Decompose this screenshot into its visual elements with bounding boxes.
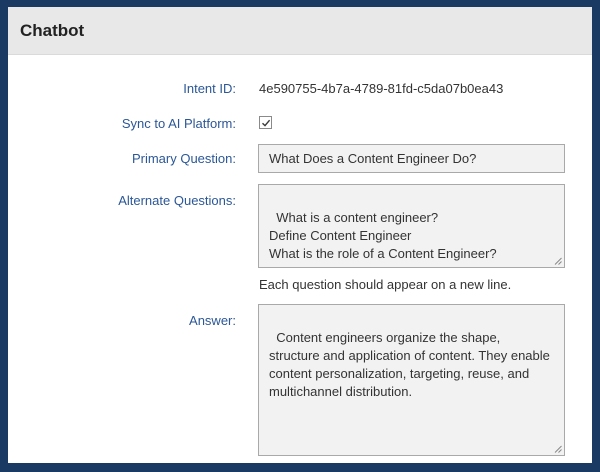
resize-grip-icon[interactable] [554,257,562,265]
primary-question-input[interactable] [258,144,565,173]
panel-header: Chatbot [8,7,592,55]
resize-grip-icon[interactable] [554,445,562,453]
alternate-questions-hint: Each question should appear on a new lin… [259,277,512,292]
answer-label: Answer: [189,313,236,328]
intent-id-label: Intent ID: [183,81,236,96]
panel-title: Chatbot [20,21,85,40]
sync-label: Sync to AI Platform: [121,116,236,131]
primary-question-label: Primary Question: [131,151,236,166]
checkmark-icon [262,119,271,127]
alternate-questions-label: Alternate Questions: [118,193,236,208]
answer-text: Content engineers organize the shape, st… [269,330,554,399]
alternate-questions-text: What is a content engineer? Define Conte… [269,210,497,261]
alternate-questions-textarea[interactable]: What is a content engineer? Define Conte… [258,184,565,268]
intent-id-value: 4e590755-4b7a-4789-81fd-c5da07b0ea43 [259,81,504,96]
answer-textarea[interactable]: Content engineers organize the shape, st… [258,304,565,456]
sync-checkbox[interactable] [259,116,272,129]
